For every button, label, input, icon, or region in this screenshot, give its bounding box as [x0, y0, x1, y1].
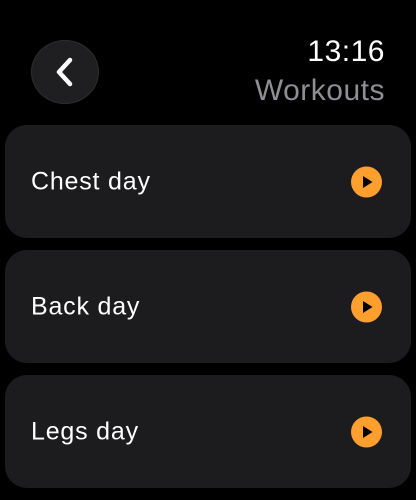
chevron-left-icon [54, 55, 76, 89]
play-icon[interactable] [351, 166, 382, 197]
workout-item-chest-day[interactable]: Chest day [5, 125, 411, 238]
back-button[interactable] [31, 40, 99, 104]
play-icon[interactable] [351, 291, 382, 322]
status-time: 13:16 [307, 35, 385, 68]
workout-label: Legs day [31, 417, 139, 445]
workout-label: Back day [31, 292, 141, 320]
workout-label: Chest day [31, 167, 151, 195]
workout-item-back-day[interactable]: Back day [5, 250, 411, 363]
play-icon[interactable] [351, 416, 382, 447]
workout-item-legs-day[interactable]: Legs day [5, 375, 411, 488]
page-title: Workouts [254, 74, 385, 107]
workout-list: Chest day Back day Legs day [5, 125, 411, 500]
